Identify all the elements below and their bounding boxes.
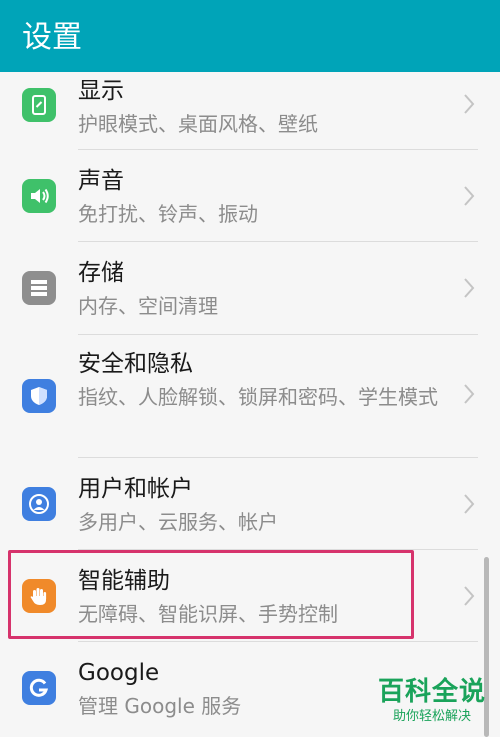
chevron-right-icon [464, 278, 475, 298]
app-header: 设置 [0, 0, 500, 72]
shield-icon [22, 379, 56, 413]
watermark-subtitle: 助你轻松解决 [392, 709, 471, 724]
display-icon [22, 88, 56, 122]
chevron-right-icon [464, 94, 475, 114]
sound-icon [22, 179, 56, 213]
item-subtitle: 免打扰、铃声、振动 [78, 202, 258, 226]
settings-item-sound[interactable]: 声音 免打扰、铃声、振动 [0, 150, 500, 242]
storage-icon [22, 271, 56, 305]
chevron-right-icon [464, 186, 475, 206]
highlight-box [8, 550, 414, 639]
item-subtitle: 多用户、云服务、帐户 [78, 510, 278, 534]
page-title: 设置 [22, 20, 82, 55]
settings-item-security-privacy[interactable]: 安全和隐私 指纹、人脸解锁、锁屏和密码、学生模式 [0, 335, 500, 458]
item-title: 安全和隐私 [78, 351, 193, 377]
item-title: 声音 [78, 168, 124, 194]
chevron-right-icon [464, 586, 475, 606]
watermark: 百科全说 助你轻松解决 [372, 676, 492, 732]
settings-item-display[interactable]: 显示 护眼模式、桌面风格、壁纸 [0, 72, 500, 150]
item-subtitle: 指纹、人脸解锁、锁屏和密码、学生模式 [78, 385, 438, 409]
settings-item-users-accounts[interactable]: 用户和帐户 多用户、云服务、帐户 [0, 458, 500, 550]
user-icon [22, 487, 56, 521]
settings-item-storage[interactable]: 存储 内存、空间清理 [0, 242, 500, 335]
watermark-title: 百科全说 [377, 677, 486, 707]
chevron-right-icon [464, 494, 475, 514]
google-icon [22, 671, 56, 705]
item-title: 存储 [78, 260, 124, 286]
item-title: 用户和帐户 [78, 476, 193, 502]
item-title: 显示 [78, 78, 124, 104]
item-title: Google [78, 660, 160, 686]
item-subtitle: 内存、空间清理 [78, 294, 218, 318]
item-subtitle: 护眼模式、桌面风格、壁纸 [78, 112, 318, 136]
chevron-right-icon [464, 384, 475, 404]
